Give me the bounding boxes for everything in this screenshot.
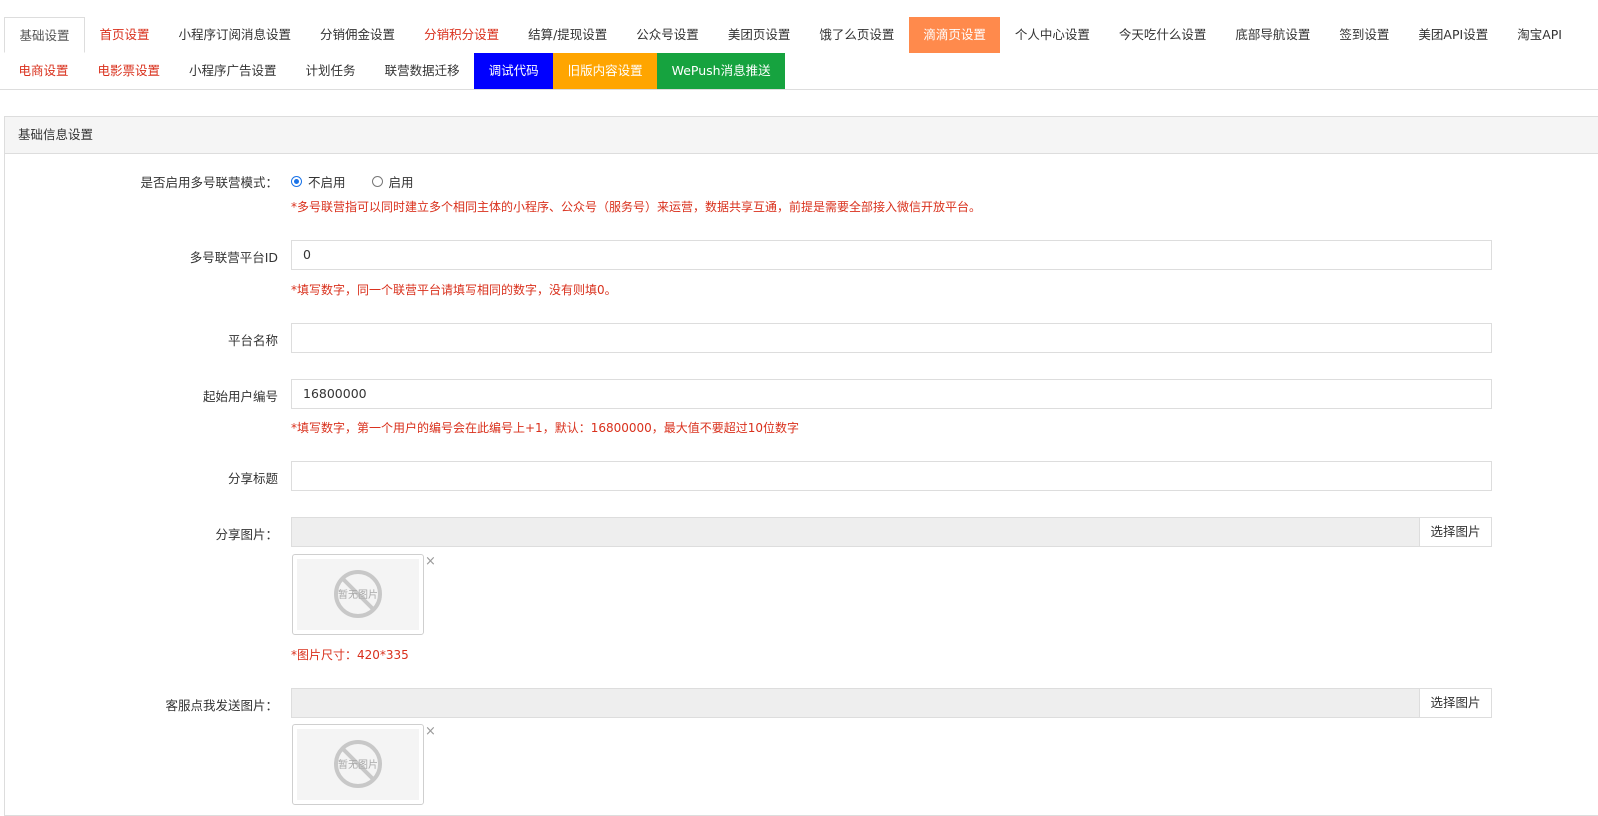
service-image-select-button[interactable]: 选择图片 [1419, 688, 1492, 718]
service-image-thumbnail: 暂无图片 [292, 724, 424, 805]
no-image-icon: 暂无图片 [334, 570, 382, 618]
tab-ecommerce[interactable]: 电商设置 [4, 53, 83, 89]
service-image-picker: 选择图片 [291, 688, 1492, 718]
tab-row-1: 基础设置 首页设置 小程序订阅消息设置 分销佣金设置 分销积分设置 结算/提现设… [4, 17, 1576, 53]
tab-distribution-commission[interactable]: 分销佣金设置 [306, 17, 410, 53]
multi-mode-help: *多号联营指可以同时建立多个相同主体的小程序、公众号（服务号）来运营，数据共享互… [291, 200, 982, 214]
no-image-text: 暂无图片 [338, 588, 378, 601]
service-image-path[interactable] [291, 688, 1419, 718]
tab-scheduled-tasks[interactable]: 计划任务 [291, 53, 370, 89]
platform-id-help: *填写数字，同一个联营平台请填写相同的数字，没有则填0。 [291, 283, 617, 297]
tab-subscribe-message[interactable]: 小程序订阅消息设置 [164, 17, 306, 53]
share-title-input[interactable] [291, 461, 1492, 491]
tab-home-settings[interactable]: 首页设置 [85, 17, 164, 53]
tab-official-account[interactable]: 公众号设置 [622, 17, 714, 53]
share-image-path[interactable] [291, 517, 1419, 547]
share-image-picker: 选择图片 [291, 517, 1492, 547]
tab-data-migration[interactable]: 联营数据迁移 [370, 53, 474, 89]
platform-name-label: 平台名称 [227, 333, 278, 348]
platform-name-input[interactable] [291, 323, 1492, 353]
no-image-icon: 暂无图片 [334, 740, 382, 788]
share-image-thumbnail: 暂无图片 [292, 554, 424, 635]
tab-movie-ticket[interactable]: 电影票设置 [83, 53, 175, 89]
settings-tabs: 基础设置 首页设置 小程序订阅消息设置 分销佣金设置 分销积分设置 结算/提现设… [0, 0, 1598, 90]
tab-eleme-page[interactable]: 饿了么页设置 [805, 17, 909, 53]
tab-row-2: 电商设置 电影票设置 小程序广告设置 计划任务 联营数据迁移 调试代码 旧版内容… [4, 53, 786, 89]
tab-settlement-withdraw[interactable]: 结算/提现设置 [514, 17, 622, 53]
tab-meituan-api[interactable]: 美团API设置 [1404, 17, 1503, 53]
tab-what-to-eat[interactable]: 今天吃什么设置 [1104, 17, 1221, 53]
tab-checkin[interactable]: 签到设置 [1325, 17, 1404, 53]
platform-id-label: 多号联营平台ID [189, 250, 278, 265]
radio-disable-label: 不启用 [308, 175, 346, 190]
multi-mode-label: 是否启用多号联营模式： [140, 175, 278, 190]
start-user-no-help: *填写数字，第一个用户的编号会在此编号上+1，默认：16800000，最大值不要… [291, 421, 800, 435]
service-image-placeholder: 暂无图片 [297, 729, 419, 800]
share-image-placeholder: 暂无图片 [297, 559, 419, 630]
radio-enable-indicator[interactable] [371, 176, 383, 187]
no-image-text: 暂无图片 [338, 758, 378, 771]
tab-wepush[interactable]: WePush消息推送 [657, 53, 786, 89]
tab-basic-settings[interactable]: 基础设置 [4, 17, 86, 53]
radio-enable[interactable]: 启用 [371, 172, 414, 191]
radio-enable-label: 启用 [388, 175, 414, 190]
service-image-close-icon[interactable]: × [425, 724, 436, 739]
platform-id-input[interactable]: 0 [291, 240, 1492, 270]
share-image-label: 分享图片： [215, 527, 278, 542]
share-image-close-icon[interactable]: × [425, 554, 436, 569]
panel-heading: 基础信息设置 [5, 117, 1598, 154]
tab-didi-page[interactable]: 滴滴页设置 [908, 17, 1001, 53]
service-image-label: 客服点我发送图片： [165, 698, 278, 713]
radio-disable-indicator[interactable] [291, 176, 302, 187]
tab-distribution-points[interactable]: 分销积分设置 [410, 17, 514, 53]
share-image-select-button[interactable]: 选择图片 [1419, 517, 1492, 547]
share-image-help: *图片尺寸：420*335 [291, 648, 409, 662]
share-title-label: 分享标题 [227, 471, 278, 486]
tab-meituan-page[interactable]: 美团页设置 [713, 17, 805, 53]
multi-mode-radio-group: 不启用 启用 [291, 172, 440, 191]
start-user-no-label: 起始用户编号 [202, 389, 278, 404]
tab-miniprogram-ads[interactable]: 小程序广告设置 [175, 53, 292, 89]
radio-disable[interactable]: 不启用 [291, 172, 346, 191]
tab-taobao-api[interactable]: 淘宝API [1503, 17, 1577, 53]
tab-bottom-nav[interactable]: 底部导航设置 [1221, 17, 1325, 53]
start-user-no-input[interactable]: 16800000 [291, 379, 1492, 409]
tab-debug-code[interactable]: 调试代码 [474, 53, 554, 89]
tab-legacy-content[interactable]: 旧版内容设置 [553, 53, 658, 89]
tab-personal-center[interactable]: 个人中心设置 [1000, 17, 1104, 53]
